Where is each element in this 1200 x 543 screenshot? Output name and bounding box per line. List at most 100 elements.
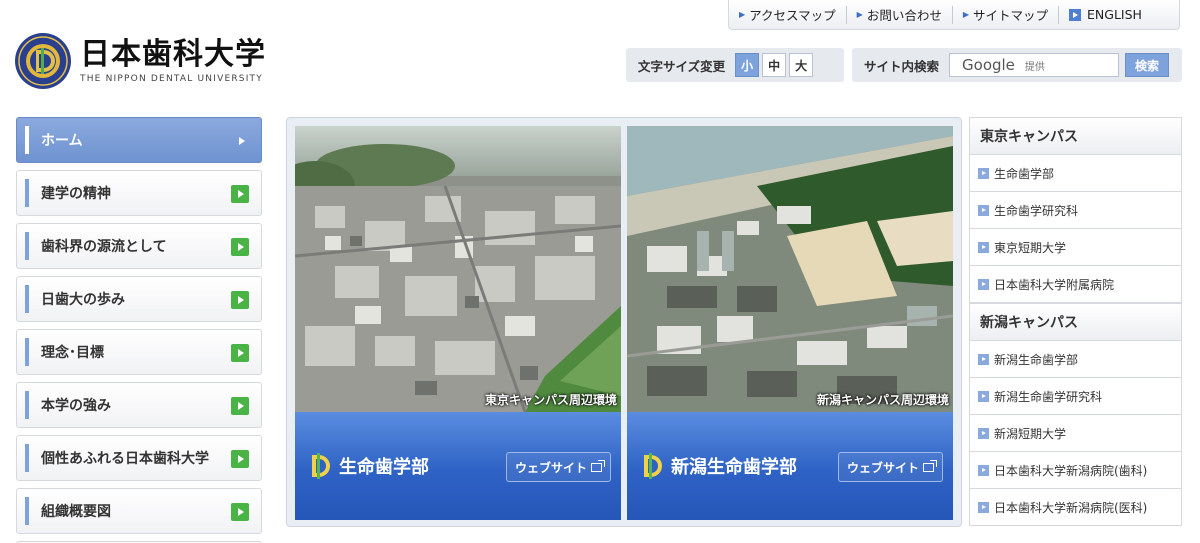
arrow-square-icon: [978, 204, 989, 216]
link-label: 東京短期大学: [994, 240, 1067, 255]
utility-nav: ▶ アクセスマップ ▶ お問い合わせ ▶ サイトマップ ENGLISH: [728, 0, 1180, 30]
nav-item-home[interactable]: ホーム: [16, 117, 262, 163]
niigata-link-hospital-dental[interactable]: 日本歯科大学新潟病院(歯科): [969, 452, 1182, 489]
arrow-square-icon: [978, 167, 989, 179]
font-size-switcher: 文字サイズ変更 小 中 大: [626, 48, 844, 82]
nav-item-origin[interactable]: 歯科界の源流として: [16, 223, 262, 269]
font-size-medium-button[interactable]: 中: [762, 53, 787, 77]
font-size-small-button[interactable]: 小: [735, 53, 760, 77]
triangle-right-icon: ▶: [739, 10, 746, 19]
tokyo-campus-card[interactable]: 東京キャンパス周辺環境 生命歯学部 ウェブサイト: [295, 126, 621, 520]
nav-item-label: 本学の強み: [41, 398, 111, 414]
university-seal-icon: [15, 33, 71, 89]
sitemap-link[interactable]: ▶ サイトマップ: [951, 5, 1058, 24]
nav-item-founding-spirit[interactable]: 建学の精神: [16, 170, 262, 216]
link-label: 生命歯学研究科: [994, 203, 1079, 218]
search-button[interactable]: 検索: [1125, 53, 1170, 77]
triangle-right-icon: ▶: [856, 10, 863, 19]
arrow-square-icon: [978, 353, 989, 365]
university-mark-icon: [312, 453, 330, 479]
nav-item-history[interactable]: 日歯大の歩み: [16, 276, 262, 322]
niigata-faculty-name: 新潟生命歯学部: [671, 457, 797, 478]
tokyo-link-graduate[interactable]: 生命歯学研究科: [969, 192, 1182, 229]
external-link-icon: [923, 459, 937, 472]
niigata-campus-heading: 新潟キャンパス: [969, 303, 1182, 341]
link-label: 日本歯科大学附属病院: [994, 277, 1115, 292]
logo-title: 日本歯科大学: [80, 37, 266, 72]
arrow-square-icon: [978, 464, 989, 476]
niigata-link-faculty[interactable]: 新潟生命歯学部: [969, 341, 1182, 378]
arrow-square-icon: [978, 501, 989, 513]
contact-link[interactable]: ▶ お問い合わせ: [845, 5, 952, 24]
arrow-right-icon: [231, 397, 249, 415]
link-label: 新潟生命歯学研究科: [994, 389, 1103, 404]
tokyo-photo-caption: 東京キャンパス周辺環境: [484, 393, 617, 407]
provider-suffix: 提供: [1024, 61, 1045, 73]
niigata-photo-caption: 新潟キャンパス周辺環境: [816, 393, 949, 407]
arrow-square-icon: [978, 427, 989, 439]
nav-item-label: 組織概要図: [41, 504, 111, 520]
font-size-label: 文字サイズ変更: [638, 58, 726, 74]
nav-accent-bar: [25, 285, 29, 313]
link-label: 生命歯学部: [994, 166, 1055, 181]
tokyo-title-band: 生命歯学部 ウェブサイト: [295, 412, 621, 520]
tokyo-link-hospital[interactable]: 日本歯科大学附属病院: [969, 266, 1182, 303]
nav-item-individuality[interactable]: 個性あふれる日本歯科大学: [16, 435, 262, 481]
site-logo[interactable]: 日本歯科大学 THE NIPPON DENTAL UNIVERSITY: [14, 32, 266, 90]
nav-item-label: 歯科界の源流として: [41, 239, 167, 255]
nav-item-philosophy[interactable]: 理念･目標: [16, 329, 262, 375]
link-label: 日本歯科大学新潟病院(歯科): [994, 463, 1148, 478]
arrow-right-icon: [231, 503, 249, 521]
font-size-large-button[interactable]: 大: [789, 53, 814, 77]
niigata-campus-card[interactable]: 新潟キャンパス周辺環境 新潟生命歯学部 ウェブサイト: [627, 126, 953, 520]
tokyo-faculty-name: 生命歯学部: [339, 457, 429, 478]
campus-cards: 東京キャンパス周辺環境 生命歯学部 ウェブサイト 新潟キャンパス周辺環境 新潟生…: [286, 117, 962, 527]
triangle-right-icon: ▶: [962, 10, 969, 19]
nav-item-label: 理念･目標: [41, 345, 104, 361]
arrow-right-icon: [231, 344, 249, 362]
search-label: サイト内検索: [864, 58, 940, 74]
arrow-right-icon: [231, 238, 249, 256]
nav-item-label: ホーム: [41, 133, 83, 149]
nav-item-label: 建学の精神: [41, 186, 111, 202]
tokyo-link-faculty[interactable]: 生命歯学部: [969, 155, 1182, 192]
nav-item-label: 日歯大の歩み: [41, 292, 125, 308]
nav-item-label: 個性あふれる日本歯科大学: [41, 451, 209, 467]
niigata-link-graduate[interactable]: 新潟生命歯学研究科: [969, 378, 1182, 415]
arrow-right-icon: [231, 185, 249, 203]
arrow-square-icon: [978, 390, 989, 402]
tokyo-aerial-photo: 東京キャンパス周辺環境: [295, 126, 621, 412]
tokyo-website-button[interactable]: ウェブサイト: [505, 452, 611, 482]
nav-accent-bar: [25, 497, 29, 525]
arrow-square-icon: [978, 278, 989, 290]
niigata-link-hospital-medical[interactable]: 日本歯科大学新潟病院(医科): [969, 489, 1182, 526]
square-arrow-icon: [1069, 8, 1082, 21]
link-label: 新潟生命歯学部: [994, 352, 1079, 367]
arrow-right-icon: [231, 450, 249, 468]
arrow-right-icon: [231, 291, 249, 309]
nav-accent-bar: [25, 232, 29, 260]
niigata-title-band: 新潟生命歯学部 ウェブサイト: [627, 412, 953, 520]
website-label: ウェブサイト: [514, 460, 587, 475]
contact-label: お問い合わせ: [866, 8, 942, 23]
google-provider-text: Google: [962, 56, 1015, 74]
arrow-square-icon: [978, 241, 989, 253]
tokyo-link-junior-college[interactable]: 東京短期大学: [969, 229, 1182, 266]
site-search: サイト内検索 Google 提供 検索: [852, 48, 1182, 82]
nav-item-strengths[interactable]: 本学の強み: [16, 382, 262, 428]
nav-item-org-chart[interactable]: 組織概要図: [16, 488, 262, 534]
arrow-right-icon: [231, 132, 249, 150]
external-link-icon: [591, 459, 605, 472]
english-link[interactable]: ENGLISH: [1058, 5, 1152, 24]
nav-accent-bar: [25, 391, 29, 419]
sitemap-label: サイトマップ: [973, 8, 1049, 23]
campus-links: 東京キャンパス 生命歯学部 生命歯学研究科 東京短期大学 日本歯科大学附属病院 …: [969, 117, 1182, 526]
university-mark-icon: [644, 453, 662, 479]
niigata-website-button[interactable]: ウェブサイト: [837, 452, 943, 482]
access-map-link[interactable]: ▶ アクセスマップ: [729, 6, 846, 24]
tokyo-campus-heading: 東京キャンパス: [969, 117, 1182, 155]
link-label: 日本歯科大学新潟病院(医科): [994, 500, 1148, 515]
niigata-link-junior-college[interactable]: 新潟短期大学: [969, 415, 1182, 452]
niigata-aerial-photo: 新潟キャンパス周辺環境: [627, 126, 953, 412]
search-input[interactable]: Google 提供: [949, 53, 1120, 77]
